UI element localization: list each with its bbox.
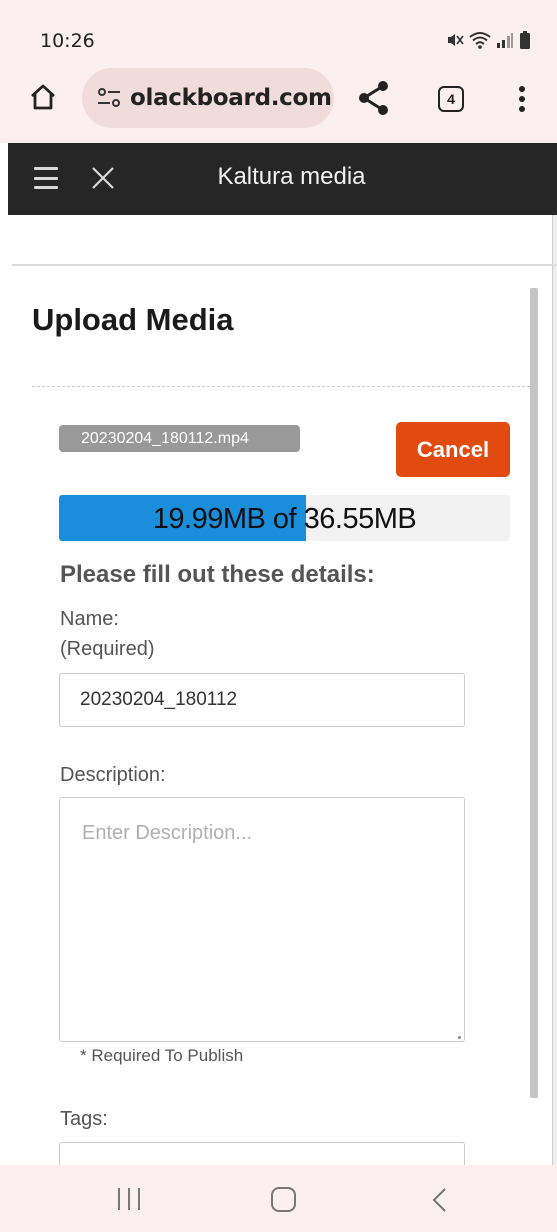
home-circle-icon[interactable] — [271, 1187, 296, 1212]
required-note: * Required To Publish — [80, 1046, 244, 1065]
name-required-label: (Required) — [60, 638, 155, 660]
page-title: Upload Media — [32, 302, 234, 337]
mute-icon — [448, 34, 464, 46]
upload-progress-bar: 19.99MB of 36.55MB — [59, 495, 510, 541]
page-scrollbar[interactable] — [552, 215, 557, 1165]
share-icon[interactable] — [356, 80, 390, 116]
divider — [32, 386, 530, 387]
home-icon — [31, 84, 55, 110]
tags-label: Tags: — [60, 1108, 108, 1130]
back-icon[interactable] — [430, 1187, 448, 1213]
app-title: Kaltura media — [217, 163, 366, 190]
description-label: Description: — [60, 764, 166, 786]
panel-scrollbar[interactable] — [530, 288, 538, 1098]
cancel-button[interactable]: Cancel — [396, 422, 510, 477]
status-icons — [446, 30, 531, 50]
more-vert-icon[interactable] — [512, 84, 532, 114]
file-name-badge: 20230204_180112.mp4 — [59, 425, 300, 452]
signal-icon — [497, 33, 513, 48]
name-input[interactable] — [59, 673, 465, 727]
name-label: Name: — [60, 608, 119, 630]
browser-home-button[interactable] — [26, 80, 60, 114]
upload-progress-text: 19.99MB of 36.55MB — [152, 503, 417, 535]
wifi-icon — [469, 32, 491, 49]
description-textarea[interactable] — [59, 797, 465, 1042]
resize-grip-icon[interactable] — [458, 1036, 461, 1039]
tune-icon[interactable] — [96, 87, 122, 109]
details-heading: Please fill out these details: — [60, 561, 375, 588]
browser-top-bar: 10:26 olackboard.com 4 — [0, 0, 557, 143]
status-time: 10:26 — [40, 30, 95, 52]
app-header: Kaltura media — [8, 143, 557, 215]
recents-icon[interactable] — [118, 1188, 140, 1210]
url-text: olackboard.com — [130, 85, 332, 111]
tab-switcher-button[interactable]: 4 — [438, 86, 464, 112]
divider — [12, 264, 557, 266]
battery-icon — [520, 31, 530, 49]
address-bar[interactable]: olackboard.com — [82, 68, 334, 128]
